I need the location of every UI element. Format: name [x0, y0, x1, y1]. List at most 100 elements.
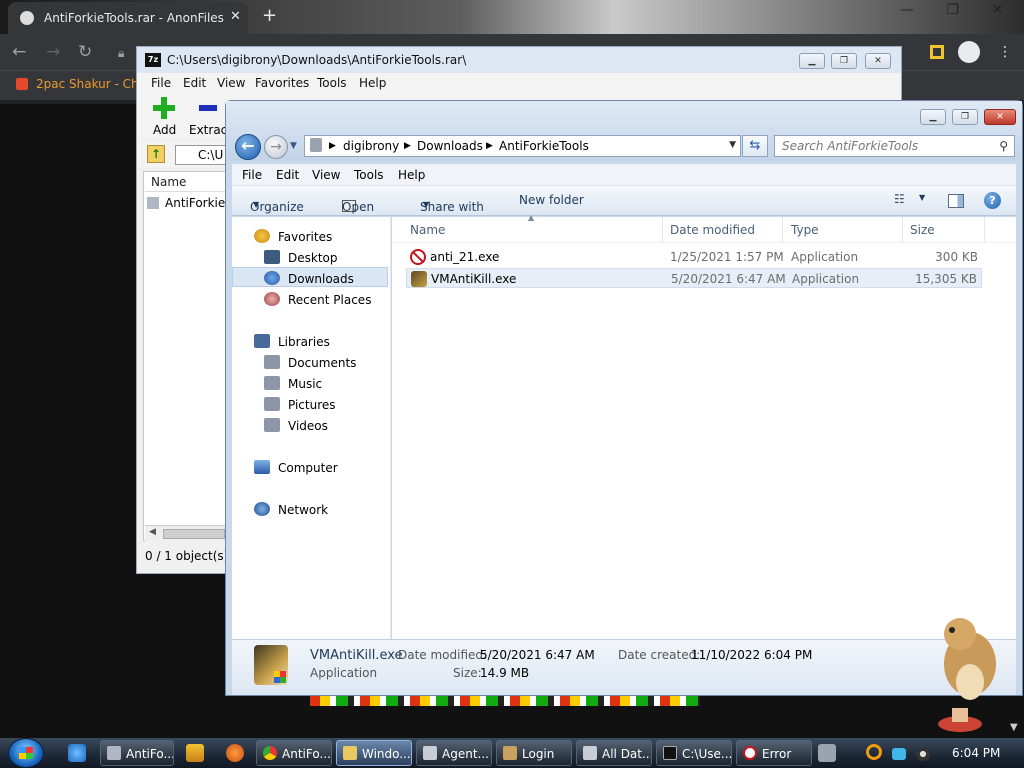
chrome-menu-icon[interactable]: ⋮ — [998, 44, 1012, 60]
nav-label: Libraries — [278, 335, 330, 349]
sevenzip-minimize-button[interactable]: ▁ — [799, 53, 825, 69]
view-dropdown-icon[interactable]: ▼ — [919, 193, 925, 202]
breadcrumb-separator-icon[interactable]: ▶ — [486, 141, 493, 151]
taskbar-item-windows-explorer[interactable]: Windo... — [336, 740, 412, 766]
recent-pages-dropdown-icon[interactable]: ▼ — [290, 141, 297, 151]
extension-icon[interactable] — [930, 45, 944, 59]
search-icon[interactable]: ⚲ — [999, 139, 1008, 153]
taskbar-label: AntiFo... — [126, 747, 174, 761]
sevenzip-list-item[interactable]: AntiForkieT — [147, 196, 233, 210]
reload-icon[interactable]: ↻ — [78, 42, 92, 62]
nav-item-music[interactable]: Music — [264, 376, 322, 391]
file-row-selected[interactable]: VMAntiKill.exe 5/20/2021 6:47 AM Applica… — [406, 268, 982, 288]
sevenzip-menu-view[interactable]: View — [217, 76, 245, 90]
nav-item-favorites[interactable]: Favorites — [254, 229, 332, 244]
nav-item-libraries[interactable]: Libraries — [254, 334, 330, 349]
breadcrumb-separator-icon[interactable]: ▶ — [329, 141, 336, 151]
file-row[interactable]: anti_21.exe 1/25/2021 1:57 PM Applicatio… — [406, 247, 982, 267]
details-date-modified: 5/20/2021 6:47 AM — [480, 648, 595, 662]
nav-item-desktop[interactable]: Desktop — [264, 250, 338, 265]
forward-button-icon[interactable]: → — [264, 135, 288, 159]
explorer-close-button[interactable]: ✕ — [984, 109, 1016, 125]
add-plus-icon[interactable] — [153, 97, 175, 119]
sevenzip-close-button[interactable]: ✕ — [865, 53, 891, 69]
preview-pane-icon[interactable] — [948, 194, 964, 208]
chevron-down-icon: ▼ — [423, 200, 430, 209]
taskbar-item-chrome[interactable]: AntiFo... — [256, 740, 332, 766]
taskbar-item-sevenzip[interactable]: C:\Use... — [656, 740, 732, 766]
explorer-menu-tools[interactable]: Tools — [354, 168, 384, 182]
utility-icon[interactable] — [818, 744, 836, 762]
profile-avatar-icon[interactable] — [958, 41, 980, 63]
nav-item-network[interactable]: Network — [254, 502, 328, 517]
taskbar-item-agent[interactable]: Agent... — [416, 740, 492, 766]
scroll-left-arrow-icon[interactable]: ◀ — [149, 527, 156, 537]
extract-minus-icon[interactable] — [199, 105, 217, 111]
nav-item-computer[interactable]: Computer — [254, 460, 338, 475]
column-divider[interactable] — [782, 217, 783, 243]
internet-explorer-icon[interactable] — [68, 744, 86, 762]
breadcrumb-separator-icon[interactable]: ▶ — [404, 141, 411, 151]
sevenzip-menu-tools[interactable]: Tools — [317, 76, 347, 90]
nav-item-pictures[interactable]: Pictures — [264, 397, 336, 412]
breadcrumb-antiforkietools[interactable]: AntiForkieTools — [499, 139, 589, 153]
scroll-down-arrow-icon[interactable]: ▼ — [1010, 722, 1018, 733]
breadcrumb-downloads[interactable]: Downloads — [417, 139, 483, 153]
new-folder-button[interactable]: New folder — [519, 193, 584, 207]
column-type[interactable]: Type — [791, 223, 819, 237]
nav-item-recent-places[interactable]: Recent Places — [264, 292, 371, 307]
explorer-menu-help[interactable]: Help — [398, 168, 425, 182]
chrome-window-controls[interactable]: — ❐ ✕ — [900, 2, 1017, 18]
media-player-icon[interactable] — [186, 744, 204, 762]
column-date-modified[interactable]: Date modified — [670, 223, 755, 237]
taskbar-clock[interactable]: 6:04 PM — [952, 746, 1000, 760]
explorer-maximize-button[interactable]: ❐ — [952, 109, 978, 125]
chrome-tab[interactable]: AntiForkieTools.rar - AnonFiles ✕ — [8, 2, 248, 34]
sevenzip-menu-favorites[interactable]: Favorites — [255, 76, 309, 90]
column-divider[interactable] — [662, 217, 663, 243]
scroll-thumb[interactable] — [163, 529, 225, 539]
column-name[interactable]: Name — [410, 223, 445, 237]
sevenzip-menu-help[interactable]: Help — [359, 76, 386, 90]
bookmark-item[interactable]: 2pac Shakur - Chro — [16, 77, 151, 91]
sevenzip-horizontal-scrollbar[interactable]: ◀ — [145, 525, 227, 541]
explorer-minimize-button[interactable]: ▁ — [920, 109, 946, 125]
help-icon[interactable]: ? — [984, 192, 1001, 209]
start-button-icon[interactable] — [8, 738, 44, 768]
taskbar-item-antiforkie[interactable]: AntiFo... — [100, 740, 174, 766]
nav-item-downloads[interactable]: Downloads — [264, 271, 354, 286]
back-button-icon[interactable]: ← — [235, 134, 261, 160]
app-launcher-icon[interactable] — [226, 744, 244, 762]
up-folder-icon[interactable]: ↑ — [147, 145, 165, 163]
add-button[interactable]: Add — [153, 123, 176, 137]
column-size[interactable]: Size — [910, 223, 935, 237]
sevenzip-column-name[interactable]: Name — [145, 172, 227, 192]
taskbar-item-error[interactable]: Error — [736, 740, 812, 766]
address-dropdown-icon[interactable]: ▼ — [729, 140, 736, 150]
refresh-icon[interactable]: ⇆ — [742, 135, 768, 157]
sevenzip-title-bar: 7z C:\Users\digibrony\Downloads\AntiFork… — [137, 47, 901, 73]
breadcrumb-digibrony[interactable]: digibrony — [343, 139, 399, 153]
search-tray-icon[interactable] — [866, 744, 882, 760]
sevenzip-maximize-button[interactable]: ❐ — [831, 53, 857, 69]
network-tray-icon[interactable] — [892, 748, 906, 760]
nav-item-videos[interactable]: Videos — [264, 418, 328, 433]
sevenzip-menu-edit[interactable]: Edit — [183, 76, 206, 90]
volume-tray-icon[interactable] — [916, 747, 930, 761]
column-divider[interactable] — [984, 217, 985, 243]
explorer-menu-view[interactable]: View — [312, 168, 340, 182]
nav-item-documents[interactable]: Documents — [264, 355, 356, 370]
column-divider[interactable] — [902, 217, 903, 243]
taskbar-item-all-data[interactable]: All Dat... — [576, 740, 652, 766]
search-input[interactable]: Search AntiForkieTools ⚲ — [774, 135, 1015, 157]
new-tab-icon[interactable]: + — [262, 5, 277, 26]
explorer-menu-edit[interactable]: Edit — [276, 168, 299, 182]
back-arrow-icon[interactable]: ← — [12, 42, 26, 62]
sevenzip-menu-file[interactable]: File — [151, 76, 171, 90]
explorer-address-bar[interactable]: ▶ digibrony ▶ Downloads ▶ AntiForkieTool… — [304, 135, 741, 157]
tab-close-icon[interactable]: ✕ — [230, 9, 241, 24]
explorer-menu-file[interactable]: File — [242, 168, 262, 182]
forward-arrow-icon[interactable]: → — [46, 42, 60, 62]
taskbar-item-login[interactable]: Login — [496, 740, 572, 766]
change-view-icon[interactable]: ☷ — [894, 192, 905, 206]
